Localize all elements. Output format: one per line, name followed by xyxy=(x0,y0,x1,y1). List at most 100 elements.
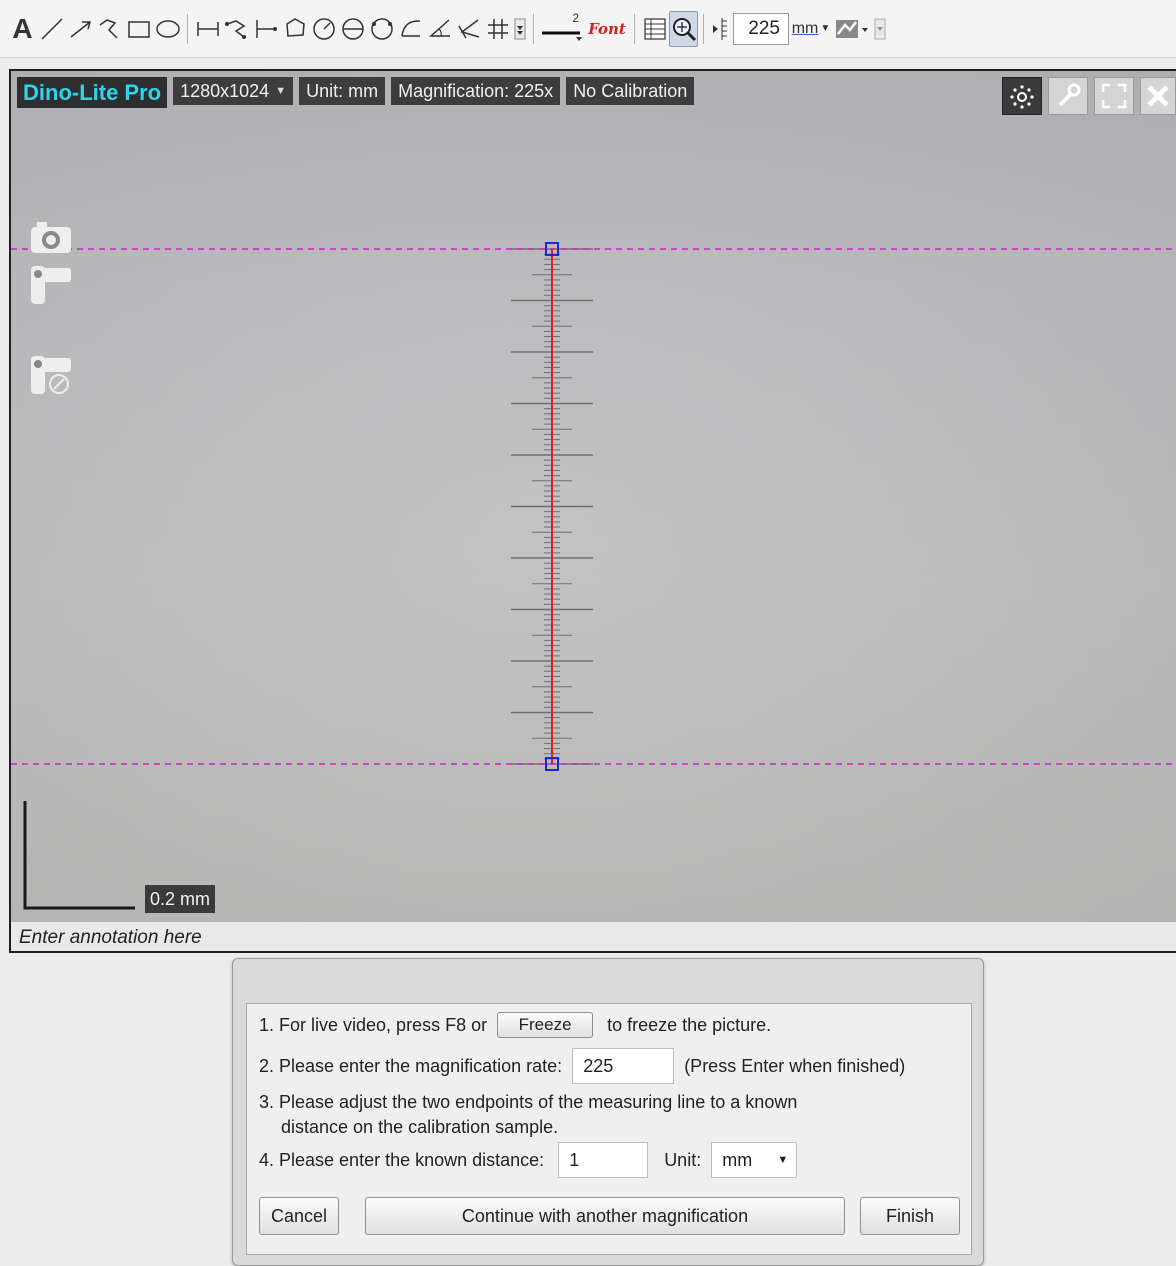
finish-button[interactable]: Finish xyxy=(860,1197,960,1235)
step-2-label: 2. Please enter the magnification rate: xyxy=(259,1055,563,1076)
toolbar-separator xyxy=(187,13,188,44)
step-1-row: 1. For live video, press F8 or Freeze to… xyxy=(259,1012,771,1038)
polyline-icon xyxy=(99,18,118,39)
font-button-label: Font xyxy=(588,19,626,38)
table-view-button[interactable] xyxy=(640,11,669,47)
step-3-row-continued: distance on the calibration sample. xyxy=(281,1117,558,1138)
ellipse-tool-button[interactable] xyxy=(153,11,182,47)
toolbar-separator xyxy=(533,13,534,44)
annotation-field[interactable]: Enter annotation here xyxy=(11,922,1176,951)
camera-icon xyxy=(31,222,71,253)
color-picker-icon xyxy=(836,19,868,38)
continue-another-magnification-button[interactable]: Continue with another magnification xyxy=(365,1197,845,1235)
calibration-dialog: 1. For live video, press F8 or Freeze to… xyxy=(232,958,984,1266)
known-distance-input[interactable]: 1 xyxy=(558,1142,649,1178)
close-icon xyxy=(1147,85,1169,107)
unit-chip: Unit: mm xyxy=(299,77,386,105)
step-1-prefix: 1. For live video, press F8 or xyxy=(259,1014,488,1035)
arrow-icon xyxy=(70,20,91,38)
record-video-button[interactable] xyxy=(29,264,73,309)
settings-dots-button[interactable] xyxy=(1002,77,1042,115)
three-point-circle-tool-button[interactable] xyxy=(367,11,396,47)
arrow-tool-button[interactable] xyxy=(66,11,95,47)
video-camera-icon xyxy=(31,266,71,304)
unit-dropdown-label: mm xyxy=(791,19,819,37)
chevron-down-icon: ▼ xyxy=(820,23,831,34)
close-viewer-button[interactable] xyxy=(1140,77,1176,115)
rectangle-tool-button[interactable] xyxy=(124,11,153,47)
rectangle-icon xyxy=(127,20,150,38)
unit-select[interactable]: mm ▼ xyxy=(711,1142,798,1178)
grid-tool-button[interactable] xyxy=(483,11,512,47)
magnification-input[interactable]: 225 xyxy=(733,12,789,45)
unit-dropdown[interactable]: mm ▼ xyxy=(789,20,833,38)
point-to-line-tool-button[interactable] xyxy=(251,11,280,47)
measurement-overlay xyxy=(11,242,1176,910)
calibration-dialog-body: 1. For live video, press F8 or Freeze to… xyxy=(246,1003,972,1255)
toolbar-separator xyxy=(634,13,635,44)
chevron-down-icon: ▼ xyxy=(275,85,287,97)
chevron-down-icon: ▼ xyxy=(777,1154,789,1166)
distance-icon xyxy=(196,21,219,36)
unit-label: Unit: xyxy=(664,1149,702,1170)
four-point-angle-tool-button[interactable] xyxy=(454,11,483,47)
fullscreen-button[interactable] xyxy=(1094,77,1134,115)
polyline-tool-button[interactable] xyxy=(95,11,124,47)
grid-icon xyxy=(487,18,508,39)
polyline-length-tool-button[interactable] xyxy=(222,11,251,47)
polygon-area-icon xyxy=(285,17,305,37)
step-2-hint: (Press Enter when finished) xyxy=(684,1055,906,1076)
circle-diameter-icon xyxy=(341,17,364,40)
step-3-row: 3. Please adjust the two endpoints of th… xyxy=(259,1092,797,1113)
angle-tool-button[interactable] xyxy=(425,11,454,47)
drawing-toolbar: A 2 Font 225 mm ▼ xyxy=(0,0,1176,58)
viewer-info-bar: Dino-Lite Pro 1280x1024 ▼ Unit: mm Magni… xyxy=(17,77,695,108)
line-tool-button[interactable] xyxy=(37,11,66,47)
zoom-ruler-icon-wrap xyxy=(709,11,731,47)
point-line-icon xyxy=(255,19,277,38)
table-icon xyxy=(643,17,666,40)
line-width-button[interactable]: 2 xyxy=(539,11,585,47)
font-button[interactable]: Font xyxy=(585,11,629,47)
wrench-icon xyxy=(1058,83,1081,107)
magnifier-icon xyxy=(672,17,696,41)
angle-icon xyxy=(428,18,450,37)
scale-bar-label: 0.2 mm xyxy=(145,885,216,913)
calibration-button[interactable] xyxy=(669,10,698,47)
capture-photo-button[interactable] xyxy=(29,219,73,260)
magnification-chip: Magnification: 225x xyxy=(391,77,561,105)
viewer-window-controls xyxy=(1002,77,1176,115)
more-tools-button[interactable] xyxy=(512,11,528,47)
resolution-dropdown[interactable]: 1280x1024 ▼ xyxy=(173,77,294,105)
color-picker-button[interactable] xyxy=(833,11,873,47)
timer-capture-button[interactable] xyxy=(29,354,73,399)
step-3-line-2: distance on the calibration sample. xyxy=(281,1117,559,1137)
toolbar-overflow-button[interactable] xyxy=(873,11,887,47)
step-3-line-1: 3. Please adjust the two endpoints of th… xyxy=(259,1092,798,1112)
ellipse-icon xyxy=(155,19,180,38)
text-tool-label: A xyxy=(12,12,33,44)
arc-icon xyxy=(400,19,420,37)
magnification-rate-input[interactable]: 225 xyxy=(572,1048,675,1084)
overflow-icon xyxy=(874,18,886,39)
circle-radius-tool-button[interactable] xyxy=(309,11,338,47)
circle-radius-icon xyxy=(312,17,335,40)
dotted-gear-icon xyxy=(1010,85,1034,109)
polygon-area-tool-button[interactable] xyxy=(280,11,309,47)
arc-tool-button[interactable] xyxy=(396,11,425,47)
step-2-row: 2. Please enter the magnification rate: … xyxy=(259,1048,905,1084)
cancel-button[interactable]: Cancel xyxy=(259,1197,339,1235)
step-1-suffix: to freeze the picture. xyxy=(607,1014,772,1035)
toolbar-separator xyxy=(703,13,704,44)
tools-button[interactable] xyxy=(1048,77,1088,115)
three-point-circle-icon xyxy=(370,17,393,40)
freeze-button[interactable]: Freeze xyxy=(497,1012,594,1038)
distance-tool-button[interactable] xyxy=(193,11,222,47)
text-tool-button[interactable]: A xyxy=(8,11,37,47)
step-4-label: 4. Please enter the known distance: xyxy=(259,1149,545,1170)
polyline-length-icon xyxy=(224,19,246,39)
circle-diameter-tool-button[interactable] xyxy=(338,11,367,47)
four-point-angle-icon xyxy=(457,18,479,38)
fullscreen-icon xyxy=(1101,83,1127,109)
line-width-value: 2 xyxy=(572,10,579,25)
